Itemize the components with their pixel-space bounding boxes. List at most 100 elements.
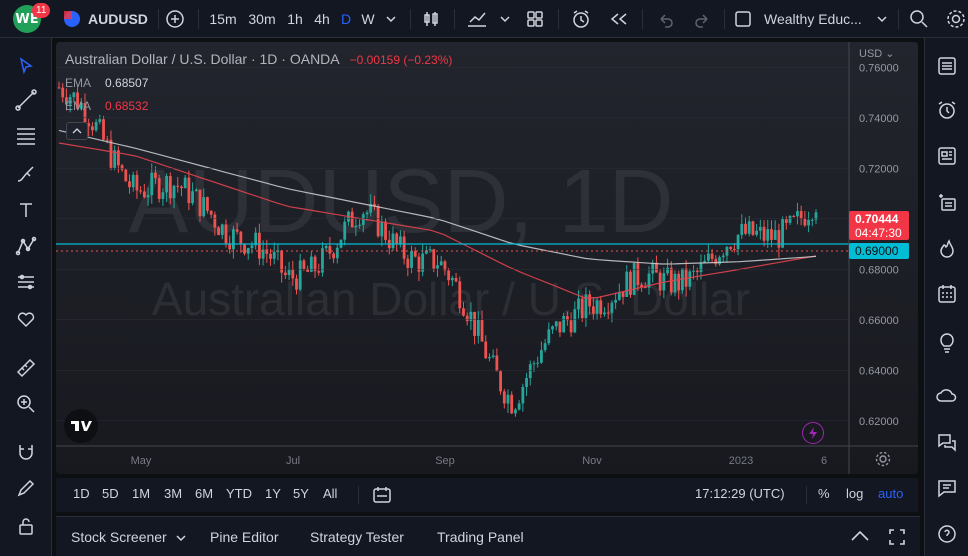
streams-button[interactable] xyxy=(931,380,963,412)
interval-4h[interactable]: 4h xyxy=(311,0,333,38)
candle-body xyxy=(729,246,733,249)
go-to-date-button[interactable] xyxy=(372,485,392,510)
notification-badge[interactable]: 11 xyxy=(32,3,51,18)
candle-body xyxy=(180,186,183,189)
messages-button[interactable] xyxy=(931,472,963,504)
range-1m[interactable]: 1M xyxy=(132,486,150,501)
ema-legend-2[interactable]: EMA 0.68532 xyxy=(65,99,148,113)
interval-w[interactable]: W xyxy=(358,0,378,38)
search-button[interactable] xyxy=(906,0,932,38)
interval-d[interactable]: D xyxy=(337,0,355,38)
range-5y[interactable]: 5Y xyxy=(293,486,309,501)
interval-30m[interactable]: 30m xyxy=(246,0,278,38)
candle-body xyxy=(510,394,514,414)
chats-button[interactable] xyxy=(931,426,963,458)
pattern-tool[interactable] xyxy=(10,230,42,262)
interval-dropdown[interactable] xyxy=(382,0,400,38)
candle-body xyxy=(358,224,361,226)
log-toggle[interactable]: log xyxy=(846,486,863,501)
text-tool[interactable] xyxy=(10,194,42,226)
tab-pine-editor[interactable]: Pine Editor xyxy=(210,529,278,545)
stay-drawing-tool[interactable] xyxy=(10,472,42,504)
candle-body xyxy=(502,391,506,404)
interval-15m[interactable]: 15m xyxy=(208,0,238,38)
layout-dropdown[interactable] xyxy=(872,0,892,38)
help-button[interactable] xyxy=(931,518,963,550)
indicators-button[interactable] xyxy=(464,0,490,38)
replay-button[interactable] xyxy=(606,0,632,38)
range-1y[interactable]: 1Y xyxy=(265,486,281,501)
news-button[interactable] xyxy=(931,140,963,172)
templates-button[interactable] xyxy=(522,0,548,38)
maximize-panel-button[interactable] xyxy=(888,528,906,551)
flame-icon xyxy=(940,239,954,258)
measure-tool[interactable] xyxy=(10,352,42,384)
candle-body xyxy=(232,229,235,250)
range-5d[interactable]: 5D xyxy=(102,486,119,501)
collapse-legend-button[interactable] xyxy=(66,122,88,140)
range-3m[interactable]: 3M xyxy=(164,486,182,501)
fullscreen-checkbox[interactable] xyxy=(730,0,756,38)
price-chart[interactable]: AUDUSD, 1D Australian Dollar / U.S. Doll… xyxy=(56,42,918,474)
time-tick-label: Jul xyxy=(286,455,300,467)
fib-tool[interactable] xyxy=(10,120,42,152)
candle-body xyxy=(447,270,451,281)
zoom-tool[interactable] xyxy=(10,388,42,420)
chart-pane[interactable]: AUDUSD, 1D Australian Dollar / U.S. Doll… xyxy=(56,42,918,474)
range-1d[interactable]: 1D xyxy=(73,486,90,501)
auto-toggle[interactable]: auto xyxy=(878,486,903,501)
calendar-button[interactable] xyxy=(931,278,963,310)
alert-button[interactable] xyxy=(568,0,594,38)
range-all[interactable]: All xyxy=(323,486,337,501)
layout-name-button[interactable]: Wealthy Educ... xyxy=(764,0,864,38)
price-tick-label: 0.62000 xyxy=(859,416,899,428)
tab-strategy-tester[interactable]: Strategy Tester xyxy=(310,529,404,545)
compare-add-button[interactable] xyxy=(162,0,188,38)
candle-body xyxy=(168,176,172,199)
redo-button[interactable] xyxy=(690,0,716,38)
alerts-button[interactable] xyxy=(931,94,963,126)
stock-screener-dropdown[interactable] xyxy=(175,531,187,549)
percent-toggle[interactable]: % xyxy=(818,486,830,501)
range-ytd[interactable]: YTD xyxy=(226,486,252,501)
interval-1h[interactable]: 1h xyxy=(284,0,306,38)
tab-stock-screener[interactable]: Stock Screener xyxy=(71,529,167,545)
candle-body xyxy=(287,269,291,276)
cloud-icon xyxy=(936,389,957,402)
trendline-tool[interactable] xyxy=(10,84,42,116)
chart-settings-button[interactable] xyxy=(874,450,892,473)
expand-panel-button[interactable] xyxy=(850,529,870,548)
time-axis[interactable]: May Jul Sep Nov 2023 6 xyxy=(131,455,827,467)
candle-body xyxy=(146,195,150,198)
candle-body xyxy=(102,119,105,140)
candle-body xyxy=(220,224,224,236)
flash-events-button[interactable] xyxy=(802,422,824,444)
symbol-search-button[interactable]: AUDUSD xyxy=(62,0,150,38)
settings-button[interactable] xyxy=(944,0,968,38)
utc-clock[interactable]: 17:12:29 (UTC) xyxy=(695,486,785,501)
chart-type-button[interactable] xyxy=(418,0,444,38)
lock-icon xyxy=(19,518,33,535)
currency-selector[interactable]: USD ⌄ xyxy=(859,47,895,60)
newspaper-icon xyxy=(938,147,956,165)
lock-drawings-tool[interactable] xyxy=(10,510,42,542)
data-window-button[interactable] xyxy=(931,186,963,218)
prediction-tool[interactable] xyxy=(10,266,42,298)
undo-button[interactable] xyxy=(652,0,678,38)
magnet-tool[interactable] xyxy=(10,436,42,468)
range-6m[interactable]: 6M xyxy=(195,486,213,501)
candle-body xyxy=(454,277,458,282)
hotlists-button[interactable] xyxy=(931,232,963,264)
candle-body xyxy=(243,243,246,254)
ideas-button[interactable] xyxy=(931,326,963,358)
brush-tool[interactable] xyxy=(10,158,42,190)
ema-legend-1[interactable]: EMA 0.68507 xyxy=(65,76,148,90)
tab-trading-panel[interactable]: Trading Panel xyxy=(437,529,524,545)
indicators-dropdown[interactable] xyxy=(496,0,514,38)
cursor-tool[interactable] xyxy=(10,50,42,82)
favorites-tool[interactable] xyxy=(10,302,42,334)
prediction-icon xyxy=(18,274,34,290)
tradingview-logo[interactable] xyxy=(64,409,98,443)
candle-body xyxy=(439,261,443,266)
watchlist-button[interactable] xyxy=(931,50,963,82)
